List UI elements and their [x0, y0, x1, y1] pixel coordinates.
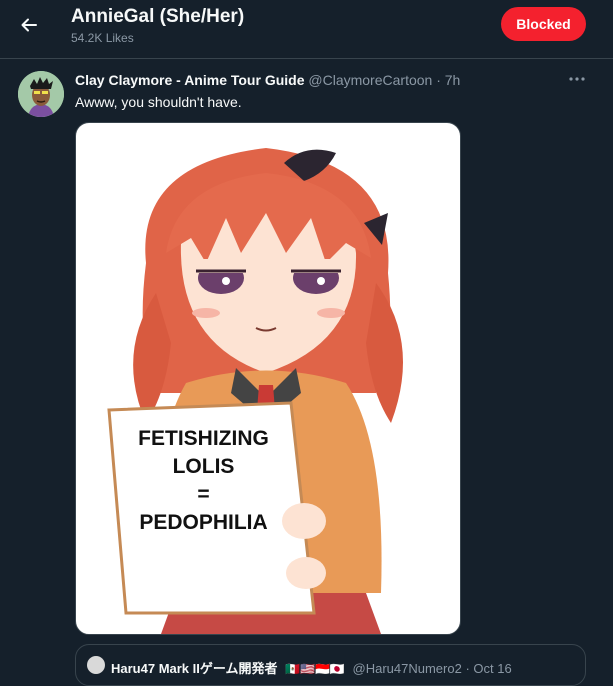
- back-arrow-icon: [21, 18, 37, 32]
- author-handle[interactable]: @ClaymoreCartoon: [308, 72, 432, 88]
- quoted-tweet[interactable]: Haru47 Mark IIゲーム開発者 🇲🇽🇺🇸🇮🇩🇯🇵 @Haru47Num…: [75, 644, 586, 686]
- tweet-header: Clay Claymore - Anime Tour Guide @Claymo…: [75, 72, 460, 88]
- sign-text: FETISHIZING LOLIS = PEDOPHILIA: [116, 425, 291, 537]
- quote-flags: 🇲🇽🇺🇸🇮🇩🇯🇵: [285, 662, 345, 676]
- more-dots-icon: [569, 77, 585, 81]
- tweet-text: Awww, you shouldn't have.: [75, 94, 242, 110]
- sign-line: PEDOPHILIA: [139, 511, 268, 534]
- author-name[interactable]: Clay Claymore - Anime Tour Guide: [75, 72, 305, 88]
- more-button[interactable]: [566, 69, 588, 89]
- tweet[interactable]: Clay Claymore - Anime Tour Guide @Claymo…: [0, 59, 613, 686]
- avatar[interactable]: [18, 71, 64, 117]
- tweet-image[interactable]: FETISHIZING LOLIS = PEDOPHILIA: [75, 122, 461, 635]
- likes-count: 54.2K Likes: [71, 31, 134, 45]
- back-button[interactable]: [12, 8, 46, 42]
- sign-line: =: [197, 483, 210, 506]
- profile-header: AnnieGal (She/Her) 54.2K Likes Blocked: [0, 0, 613, 59]
- sign-line: FETISHIZING: [138, 427, 269, 450]
- tweet-time[interactable]: 7h: [445, 72, 461, 88]
- blocked-button[interactable]: Blocked: [501, 7, 586, 41]
- quote-header: Haru47 Mark IIゲーム開発者 🇲🇽🇺🇸🇮🇩🇯🇵 @Haru47Num…: [111, 658, 512, 677]
- quote-avatar: [87, 656, 105, 674]
- sign-line: LOLIS: [172, 455, 235, 478]
- separator-dot: ·: [436, 72, 441, 88]
- profile-name: AnnieGal (She/Her): [71, 6, 245, 27]
- anime-girl-illustration: [107, 148, 403, 634]
